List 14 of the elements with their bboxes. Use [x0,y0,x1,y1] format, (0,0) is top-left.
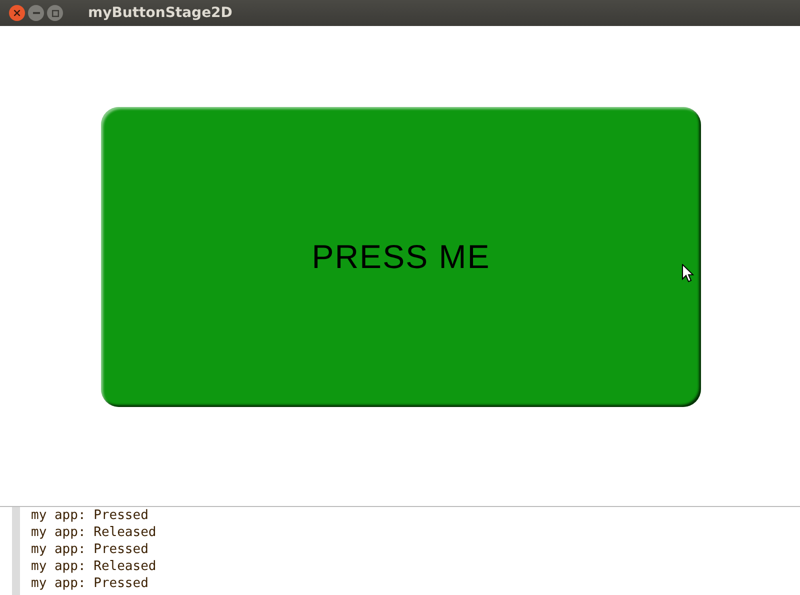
window-title: myButtonStage2D [88,4,232,22]
console-line: my app: Pressed [31,575,150,592]
maximize-button[interactable] [47,5,63,21]
cursor-icon [682,264,694,283]
console-line: my app: Pressed [31,541,150,558]
minimize-icon [32,12,40,14]
console-line: my app: Released [31,524,156,541]
close-button[interactable] [9,5,25,21]
minimize-button[interactable] [28,5,44,21]
close-icon [14,10,20,16]
console-line: my app: Pressed [31,507,150,524]
press-button[interactable]: PRESS ME [101,107,701,407]
console-line: my app: Released [31,558,156,575]
maximize-icon [52,10,58,16]
